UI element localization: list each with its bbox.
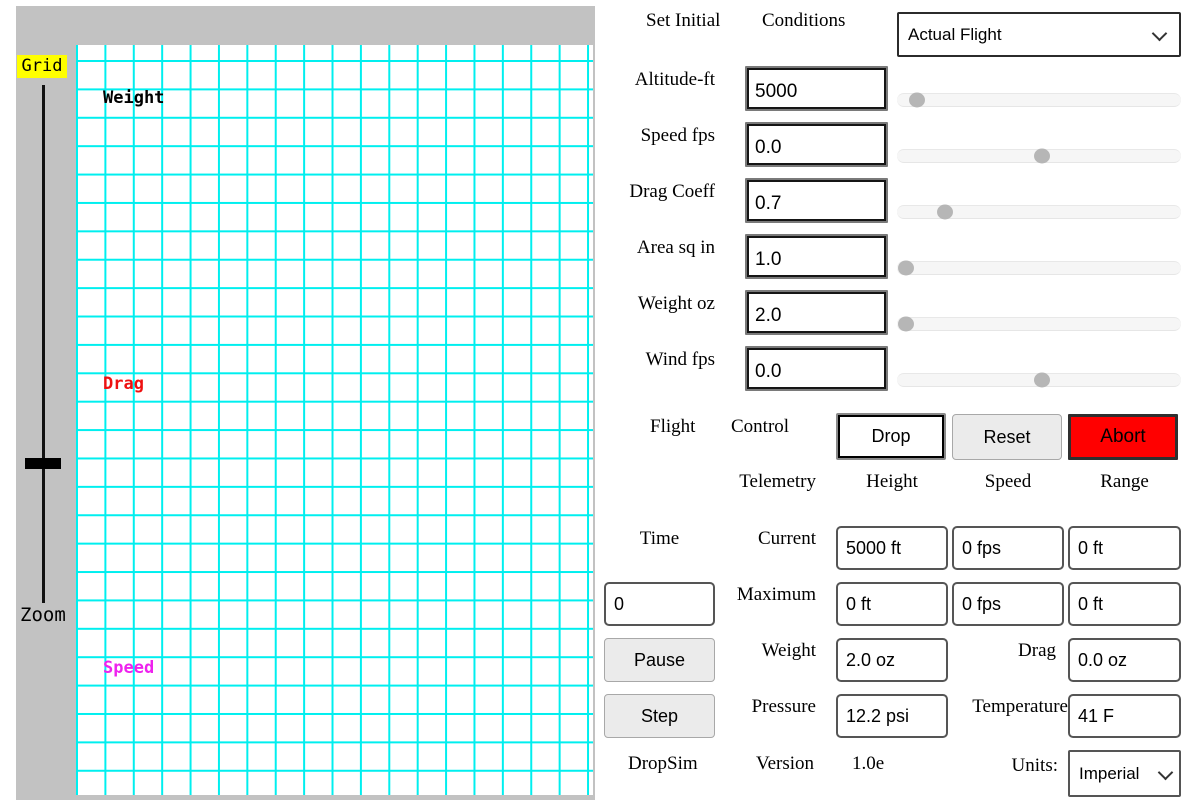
speed-label: Speed fps: [590, 125, 715, 147]
chevron-down-icon: [1152, 25, 1168, 41]
weight-display: 2.0 oz: [836, 638, 948, 682]
drag-readout-label: Drag: [946, 640, 1056, 662]
dropsim-window: Grid Zoom Weight Drag Speed Set Initial …: [0, 0, 1200, 800]
drag-coeff-input[interactable]: [745, 178, 888, 223]
altitude-slider[interactable]: [897, 93, 1181, 107]
drag-display: 0.0 oz: [1068, 638, 1181, 682]
current-height-display: 5000 ft: [836, 526, 948, 570]
speed-input[interactable]: [745, 122, 888, 167]
flight-preset-select[interactable]: Actual Flight: [897, 12, 1181, 57]
speed-row: Speed fps: [0, 122, 1200, 178]
wind-row: Wind fps: [0, 346, 1200, 402]
temperature-label: Temperature: [938, 696, 1068, 718]
slider-thumb[interactable]: [909, 93, 925, 108]
flight-label: Flight: [650, 416, 695, 438]
wind-slider[interactable]: [897, 373, 1181, 387]
slider-thumb[interactable]: [937, 205, 953, 220]
slider-thumb[interactable]: [1034, 373, 1050, 388]
app-name-label: DropSim: [628, 753, 698, 775]
maximum-label: Maximum: [696, 584, 816, 606]
flight-preset-value: Actual Flight: [908, 25, 1002, 45]
version-value: 1.0e: [852, 753, 884, 775]
units-value: Imperial: [1079, 764, 1139, 784]
altitude-input[interactable]: [745, 66, 888, 111]
units-select[interactable]: Imperial: [1068, 750, 1181, 797]
range-column-label: Range: [1068, 471, 1181, 493]
maximum-height-display: 0 ft: [836, 582, 948, 626]
speed-slider[interactable]: [897, 149, 1181, 163]
speed-column-label: Speed: [952, 471, 1064, 493]
maximum-range-display: 0 ft: [1068, 582, 1181, 626]
altitude-label: Altitude-ft: [590, 69, 715, 91]
zoom-label: Zoom: [20, 604, 66, 626]
units-label: Units:: [958, 755, 1058, 777]
set-initial-label: Set Initial: [646, 10, 720, 32]
area-input[interactable]: [745, 234, 888, 279]
speed-series-label: Speed: [103, 658, 154, 678]
slider-thumb[interactable]: [898, 317, 914, 332]
weight-oz-label: Weight oz: [590, 293, 715, 315]
conditions-label: Conditions: [762, 10, 845, 32]
height-column-label: Height: [836, 471, 948, 493]
pressure-label: Pressure: [696, 696, 816, 718]
temperature-display: 41 F: [1068, 694, 1181, 738]
reset-button[interactable]: Reset: [952, 414, 1062, 460]
weight-readout-label: Weight: [696, 640, 816, 662]
slider-thumb[interactable]: [898, 261, 914, 276]
wind-label: Wind fps: [590, 349, 715, 371]
drag-coeff-label: Drag Coeff: [590, 181, 715, 203]
slider-thumb[interactable]: [1034, 149, 1050, 164]
weight-oz-input[interactable]: [745, 290, 888, 335]
version-label: Version: [756, 753, 814, 775]
abort-button[interactable]: Abort: [1068, 414, 1178, 460]
wind-input[interactable]: [745, 346, 888, 391]
control-label: Control: [731, 416, 789, 438]
drag-coeff-row: Drag Coeff: [0, 178, 1200, 234]
altitude-row: Altitude-ft: [0, 66, 1200, 122]
drag-coeff-slider[interactable]: [897, 205, 1181, 219]
chevron-down-icon: [1158, 764, 1174, 780]
weight-row: Weight oz: [0, 290, 1200, 346]
area-row: Area sq in: [0, 234, 1200, 290]
drop-button[interactable]: Drop: [836, 413, 946, 460]
current-range-display: 0 ft: [1068, 526, 1181, 570]
current-label: Current: [696, 528, 816, 550]
zoom-slider-handle[interactable]: [25, 458, 61, 469]
area-label: Area sq in: [590, 237, 715, 259]
current-speed-display: 0 fps: [952, 526, 1064, 570]
weight-slider[interactable]: [897, 317, 1181, 331]
pressure-display: 12.2 psi: [836, 694, 948, 738]
telemetry-label: Telemetry: [696, 471, 816, 493]
maximum-speed-display: 0 fps: [952, 582, 1064, 626]
area-slider[interactable]: [897, 261, 1181, 275]
